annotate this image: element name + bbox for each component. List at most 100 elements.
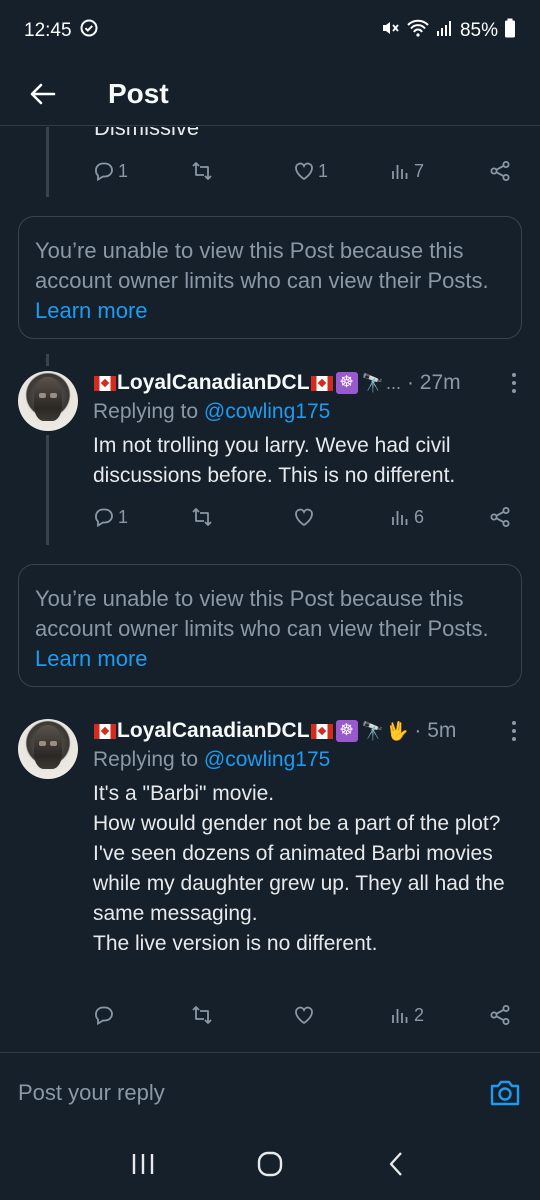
- post-actions: 1 6: [90, 497, 520, 537]
- views-icon: [392, 1009, 408, 1023]
- recents-button[interactable]: [129, 1150, 157, 1183]
- post-time[interactable]: · 27m: [407, 371, 461, 395]
- notice-text: You’re unable to view this Post because …: [35, 238, 489, 293]
- camera-icon: [490, 1080, 520, 1105]
- retweet-icon: [192, 1006, 212, 1024]
- reply-button[interactable]: 1: [92, 159, 128, 183]
- share-icon: [490, 161, 510, 181]
- canada-flag-icon: [310, 723, 333, 739]
- repost-button[interactable]: [190, 159, 214, 183]
- restricted-post-notice: You’re unable to view this Post because …: [18, 216, 522, 339]
- view-count: 2: [414, 1004, 425, 1025]
- top-bar: Post: [0, 62, 540, 126]
- like-button[interactable]: [292, 1003, 318, 1027]
- views-button[interactable]: 7: [388, 159, 424, 183]
- like-button[interactable]: [292, 505, 318, 529]
- reply-icon: [95, 1006, 113, 1026]
- view-count: 6: [414, 506, 425, 527]
- notice-text: You’re unable to view this Post because …: [35, 586, 489, 641]
- home-button[interactable]: [255, 1149, 285, 1184]
- views-button[interactable]: 6: [388, 505, 424, 529]
- recents-icon: [132, 1153, 154, 1174]
- share-button[interactable]: [488, 159, 512, 183]
- share-button[interactable]: [488, 1003, 512, 1027]
- more-icon[interactable]: [504, 721, 524, 741]
- signal-icon: [436, 19, 454, 43]
- restricted-post-notice: You’re unable to view this Post because …: [18, 564, 522, 687]
- like-button[interactable]: 1: [292, 159, 328, 183]
- view-count: 7: [414, 160, 425, 181]
- telescope-icon: 🔭: [361, 372, 384, 393]
- like-icon: [295, 508, 313, 527]
- views-button[interactable]: 2: [388, 1003, 424, 1027]
- replying-to: Replying to @cowling175: [93, 400, 331, 423]
- home-icon: [257, 1151, 283, 1176]
- views-icon: [392, 511, 408, 525]
- learn-more-link[interactable]: Learn more: [35, 646, 148, 671]
- retweet-icon: [192, 162, 212, 180]
- post-time[interactable]: · 5m: [414, 719, 456, 743]
- reply-count: 1: [118, 506, 129, 527]
- reply-icon: [95, 508, 113, 528]
- replying-to-handle[interactable]: @cowling175: [204, 400, 330, 423]
- reply-button[interactable]: 1: [92, 505, 128, 529]
- reply-icon: [95, 162, 113, 182]
- like-icon: [295, 162, 313, 181]
- status-bar: 12:45 85%: [0, 0, 540, 62]
- repost-button[interactable]: [190, 1003, 214, 1027]
- post-text: Im not trolling you larry. Weve had civi…: [93, 434, 456, 487]
- back-arrow-icon: [30, 83, 56, 104]
- replying-to: Replying to @cowling175: [93, 748, 331, 771]
- learn-more-link[interactable]: Learn more: [35, 298, 148, 323]
- status-time: 12:45: [24, 20, 72, 41]
- like-count: 1: [318, 160, 329, 181]
- check-circle-icon: [80, 19, 98, 43]
- share-icon: [490, 507, 510, 527]
- reply-composer[interactable]: Post your reply: [0, 1052, 540, 1132]
- more-icon[interactable]: [504, 373, 524, 393]
- nav-back-button[interactable]: [383, 1150, 411, 1183]
- wheel-icon: ☸: [335, 720, 358, 742]
- retweet-icon: [192, 508, 212, 526]
- canada-flag-icon: [94, 723, 116, 739]
- post-text: It's a "Barbi" movie. How would gender n…: [93, 779, 513, 959]
- post-text-line: I've seen dozens of animated Barbi movie…: [93, 842, 505, 925]
- thread[interactable]: Dismissive 1 1 7 You’re unable to view t…: [0, 127, 540, 1045]
- reply-input[interactable]: Post your reply: [18, 1080, 165, 1106]
- nav-back-icon: [389, 1151, 402, 1176]
- canada-flag-icon: [310, 375, 333, 391]
- post-text-line: How would gender not be a part of the pl…: [93, 812, 501, 835]
- back-button[interactable]: [14, 70, 72, 118]
- system-nav-bar: [0, 1132, 540, 1200]
- views-icon: [392, 165, 408, 179]
- page-title: Post: [108, 77, 169, 109]
- post-text-partial: Dismissive: [94, 127, 200, 140]
- wheel-icon: ☸: [335, 372, 358, 394]
- post-actions: 2: [90, 995, 520, 1035]
- post-header: LoyalCanadianDCL ☸ 🔭 ... · 27m: [93, 371, 524, 395]
- post-header: LoyalCanadianDCL ☸ 🔭 🖖 · 5m: [93, 719, 524, 743]
- avatar[interactable]: [18, 371, 78, 431]
- display-name[interactable]: LoyalCanadianDCL: [117, 371, 310, 395]
- display-name[interactable]: LoyalCanadianDCL: [117, 719, 310, 743]
- reply-button[interactable]: [92, 1003, 118, 1027]
- vulcan-salute-icon: 🖖: [385, 720, 409, 741]
- post-text-line: It's a "Barbi" movie.: [93, 782, 275, 805]
- thread-connector: [46, 127, 49, 197]
- mute-icon: [380, 18, 400, 44]
- telescope-icon: 🔭: [361, 720, 384, 741]
- share-icon: [490, 1005, 510, 1025]
- avatar[interactable]: [18, 719, 78, 779]
- post[interactable]: LoyalCanadianDCL ☸ 🔭 ... · 27m Replying …: [0, 357, 540, 547]
- post-actions: 1 1 7: [90, 151, 520, 191]
- battery-icon: [504, 18, 516, 44]
- post[interactable]: LoyalCanadianDCL ☸ 🔭 🖖 · 5m Replying to …: [0, 705, 540, 1035]
- camera-button[interactable]: [488, 1076, 522, 1110]
- repost-button[interactable]: [190, 505, 214, 529]
- share-button[interactable]: [488, 505, 512, 529]
- replying-to-handle[interactable]: @cowling175: [204, 748, 330, 771]
- ellipsis-icon: ...: [385, 372, 401, 393]
- like-icon: [295, 1006, 313, 1025]
- canada-flag-icon: [94, 375, 116, 391]
- wifi-icon: [406, 18, 430, 44]
